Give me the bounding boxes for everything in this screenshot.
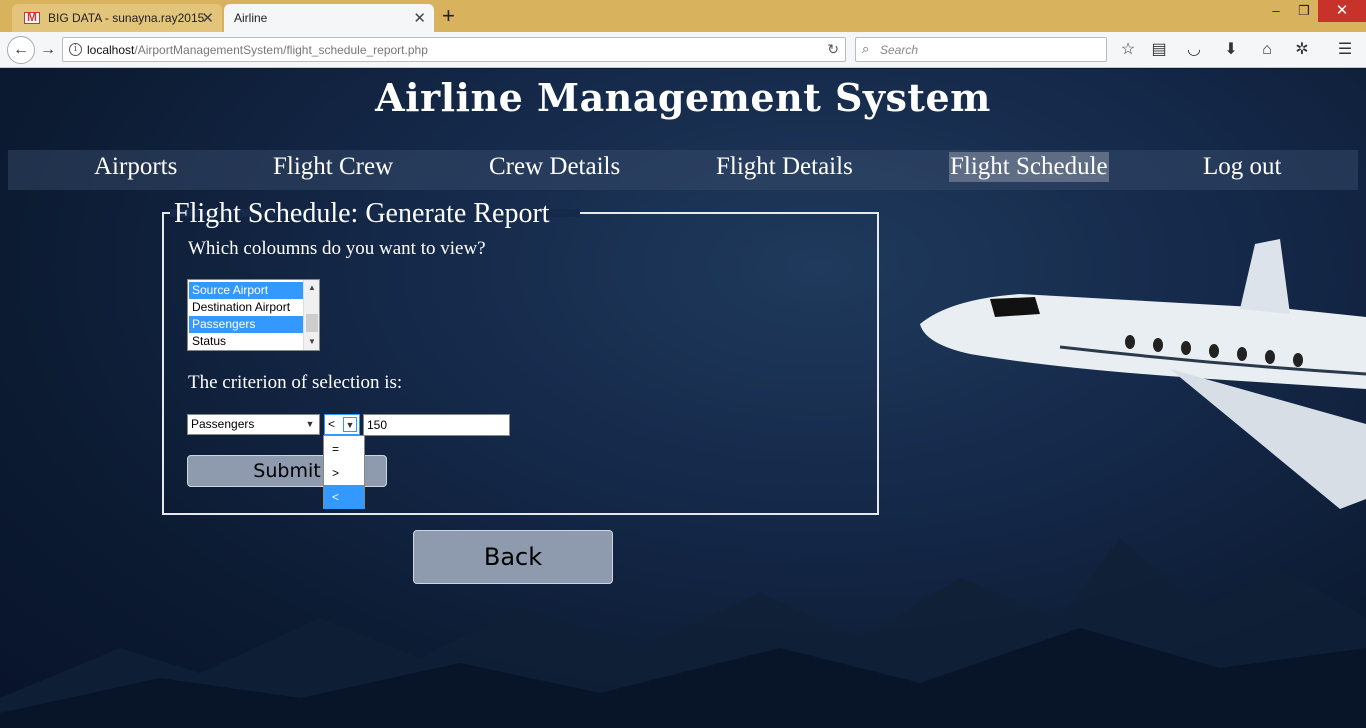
tab-big-data[interactable]: BIG DATA - sunayna.ray2015 ✕ <box>12 4 222 32</box>
forward-arrow-icon[interactable]: → <box>36 38 60 62</box>
columns-listbox[interactable]: Source Airport Destination Airport Passe… <box>187 279 320 351</box>
menu-item-log-out[interactable]: Log out <box>1202 152 1282 182</box>
list-item[interactable]: Destination Airport <box>189 299 303 316</box>
reading-list-icon[interactable]: ▤ <box>1149 40 1169 60</box>
list-item[interactable]: Status <box>189 333 303 350</box>
search-placeholder: Search <box>880 42 919 57</box>
criterion-column-select[interactable]: Passengers ▼ <box>187 414 320 435</box>
chevron-down-icon: ▼ <box>305 419 315 429</box>
tab-airline[interactable]: Airline ✕ <box>224 4 434 32</box>
chevron-down-icon: ▼ <box>343 417 357 432</box>
close-tab-icon[interactable]: ✕ <box>201 9 214 27</box>
back-arrow-icon[interactable]: ← <box>7 36 35 64</box>
criterion-operator-select[interactable]: < ▼ <box>324 414 360 435</box>
bookmark-star-icon[interactable]: ☆ <box>1118 40 1138 60</box>
scroll-down-icon[interactable]: ▼ <box>304 334 319 350</box>
maximize-button[interactable]: ❐ <box>1290 0 1318 22</box>
reload-icon[interactable]: ↻ <box>827 41 839 58</box>
menu-item-flight-crew[interactable]: Flight Crew <box>272 152 394 182</box>
new-tab-button[interactable]: + <box>442 3 455 29</box>
listbox-scrollbar[interactable]: ▲ ▼ <box>303 280 319 350</box>
columns-question: Which coloumns do you want to view? <box>188 238 486 259</box>
back-button[interactable]: Back <box>413 530 613 584</box>
tab-label: Airline <box>234 11 268 25</box>
home-icon[interactable]: ⌂ <box>1257 40 1277 60</box>
menu-item-crew-details[interactable]: Crew Details <box>488 152 621 182</box>
menu-item-flight-details[interactable]: Flight Details <box>715 152 854 182</box>
dropdown-option-greater[interactable]: > <box>324 461 364 485</box>
criterion-label: The criterion of selection is: <box>188 372 403 393</box>
operator-dropdown-list: = > < <box>323 435 365 509</box>
search-input[interactable]: ⌕ Search <box>855 37 1107 62</box>
browser-tab-bar: BIG DATA - sunayna.ray2015 ✕ Airline ✕ +… <box>0 0 1366 32</box>
fieldset-legend: Flight Schedule: Generate Report <box>174 198 550 229</box>
jet-image <box>920 239 1366 509</box>
selected-value: < <box>328 417 336 431</box>
browser-nav-bar: ← → i localhost/AirportManagementSystem/… <box>0 32 1366 68</box>
list-item[interactable]: Source Airport <box>189 282 303 299</box>
pocket-icon[interactable]: ◡ <box>1184 40 1204 60</box>
gmail-icon <box>24 10 40 24</box>
dropdown-option-equals[interactable]: = <box>324 437 364 461</box>
list-item[interactable]: Passengers <box>189 316 303 333</box>
menu-item-flight-schedule[interactable]: Flight Schedule <box>949 152 1109 182</box>
info-icon[interactable]: i <box>69 43 82 56</box>
dropdown-option-less[interactable]: < <box>324 485 364 509</box>
url-path: /AirportManagementSystem/flight_schedule… <box>134 42 428 57</box>
menu-hamburger-icon[interactable]: ☰ <box>1335 40 1355 60</box>
criterion-value-input[interactable]: 150 <box>363 414 510 436</box>
download-icon[interactable]: ⬇ <box>1221 40 1241 60</box>
main-menu: Airports Flight Crew Crew Details Flight… <box>8 150 1358 190</box>
scroll-up-icon[interactable]: ▲ <box>304 280 319 296</box>
minimize-button[interactable]: – <box>1262 0 1290 22</box>
page-content: Airline Management System Airports Fligh… <box>0 69 1366 728</box>
url-bar[interactable]: i localhost/AirportManagementSystem/flig… <box>62 37 846 62</box>
close-tab-icon[interactable]: ✕ <box>413 9 426 27</box>
extension-icon[interactable]: ✲ <box>1292 40 1312 60</box>
site-title: Airline Management System <box>375 75 991 120</box>
search-icon: ⌕ <box>862 41 870 56</box>
url-host: localhost <box>87 42 135 57</box>
close-window-button[interactable]: ✕ <box>1318 0 1366 22</box>
menu-item-airports[interactable]: Airports <box>93 152 178 182</box>
selected-value: Passengers <box>191 417 255 431</box>
tab-label: BIG DATA - sunayna.ray2015 <box>48 11 205 25</box>
scroll-thumb[interactable] <box>306 314 318 332</box>
